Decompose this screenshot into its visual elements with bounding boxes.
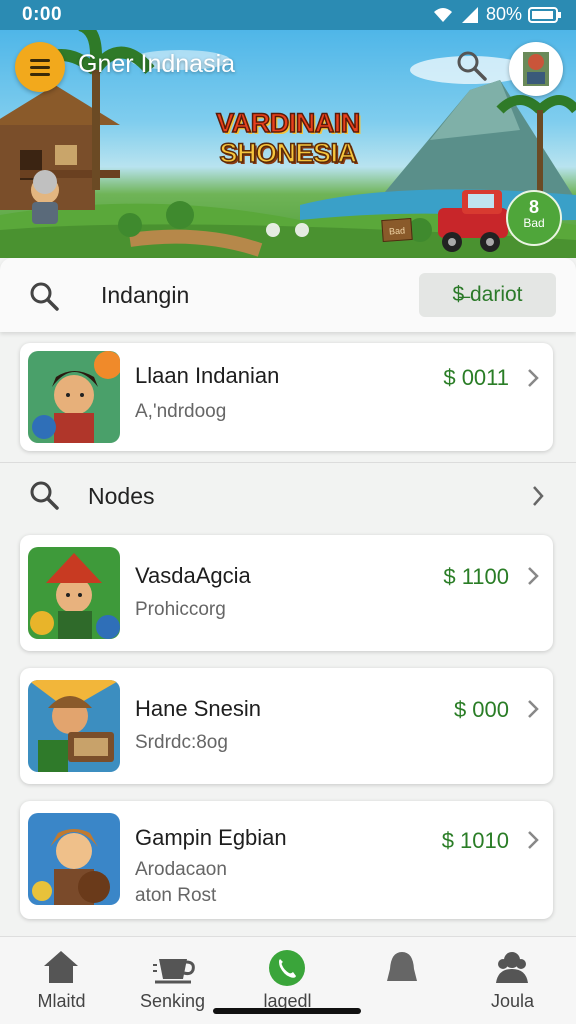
section-label: Nodes <box>88 483 155 509</box>
game-list-item[interactable]: VasdaAgcia Prohiccorg $ 1100 <box>20 535 553 651</box>
chevron-right-icon <box>528 567 539 585</box>
character-conical-hat-icon <box>28 547 120 639</box>
game-list-item[interactable]: Gampin Egbian Arodacaon aton Rost $ 1010 <box>20 801 553 919</box>
profile-icon <box>496 952 528 983</box>
signal-icon <box>461 6 478 23</box>
game-subtitle: Prohiccorg <box>135 599 226 620</box>
status-time: 0:00 <box>22 4 63 25</box>
phone-icon <box>269 950 305 986</box>
battery-icon <box>528 6 561 23</box>
featured-game-card[interactable]: Llaan Indanian A,'ndrdoog $ 0011 <box>20 343 553 451</box>
game-logo-line2: SHONESIA <box>219 137 358 169</box>
game-thumbnail <box>28 351 120 443</box>
game-name: VasdaAgcia <box>135 563 251 588</box>
wifi-icon <box>433 7 452 22</box>
carousel-dot[interactable] <box>295 223 309 237</box>
game-subtitle: Srdrdc:8og <box>135 732 228 753</box>
game-logo: VARDINAIN SHONESIA <box>202 107 374 169</box>
nav-label: Mlaitd <box>37 991 86 1011</box>
game-price: $ 1010 <box>441 828 509 853</box>
game-thumbnail <box>28 813 120 905</box>
game-price: $ 000 <box>453 697 509 722</box>
search-icon <box>30 481 59 510</box>
app-title: Gner Indnasia <box>78 50 236 78</box>
search-icon <box>30 282 59 311</box>
nav-label: Joula <box>490 991 535 1011</box>
search-icon[interactable] <box>454 48 488 82</box>
avatar[interactable] <box>509 42 563 96</box>
game-name: Gampin Egbian <box>135 825 287 850</box>
hamburger-line <box>30 58 50 62</box>
nav-item-bell[interactable] <box>345 937 460 1024</box>
game-subtitle: A,'ndrdoog <box>135 401 227 422</box>
wooden-sign: Bad <box>381 217 413 243</box>
battery-percent: 80% <box>485 4 522 24</box>
bell-icon <box>387 952 417 981</box>
chevron-right-icon[interactable] <box>530 484 546 508</box>
game-thumbnail <box>28 680 120 772</box>
game-thumbnail <box>28 547 120 639</box>
section-header-nodes[interactable]: Nodes <box>0 463 576 529</box>
coffee-cup-icon <box>153 959 195 984</box>
status-bar: 0:00 80% <box>0 0 576 30</box>
game-subtitle: Arodacaon aton Rost <box>135 859 227 906</box>
nav-item-home[interactable]: Mlaitd <box>4 937 119 1024</box>
hamburger-line <box>30 65 50 69</box>
character-shield-icon <box>28 813 120 905</box>
hero-character-icon <box>28 351 120 443</box>
promo-badge[interactable]: 8 Bad <box>506 190 562 246</box>
chevron-right-icon <box>528 700 539 718</box>
chevron-right-icon <box>528 369 539 387</box>
carousel-dot-active[interactable] <box>266 223 280 237</box>
game-name: Hane Snesin <box>135 696 261 721</box>
header-banner[interactable]: Gner Indnasia VARDINAIN SHONESIA Bad 8 B… <box>0 30 576 258</box>
hamburger-line <box>30 72 50 76</box>
promo-badge-text: Bad <box>523 216 545 230</box>
game-logo-line1: VARDINAIN <box>216 107 362 139</box>
nav-item-profile[interactable]: Joula <box>455 937 570 1024</box>
avatar-character-icon <box>523 52 549 86</box>
search-input[interactable]: Indangin <box>101 282 189 309</box>
home-indicator[interactable] <box>213 1008 361 1014</box>
home-icon <box>44 951 78 983</box>
chevron-right-icon <box>528 831 539 849</box>
game-name: Llaan Indanian <box>135 363 280 388</box>
game-price: $ 1100 <box>443 564 509 589</box>
game-price: $ 0011 <box>443 365 509 390</box>
game-list-item[interactable]: Hane Snesin Srdrdc:8og $ 000 <box>20 668 553 784</box>
search-bar[interactable]: Indangin $̶ dariot <box>0 258 576 332</box>
menu-button[interactable] <box>15 42 65 92</box>
promo-badge-number: 8 <box>528 197 539 217</box>
search-action-button[interactable]: $̶ dariot <box>419 273 556 317</box>
character-book-icon <box>28 680 120 772</box>
